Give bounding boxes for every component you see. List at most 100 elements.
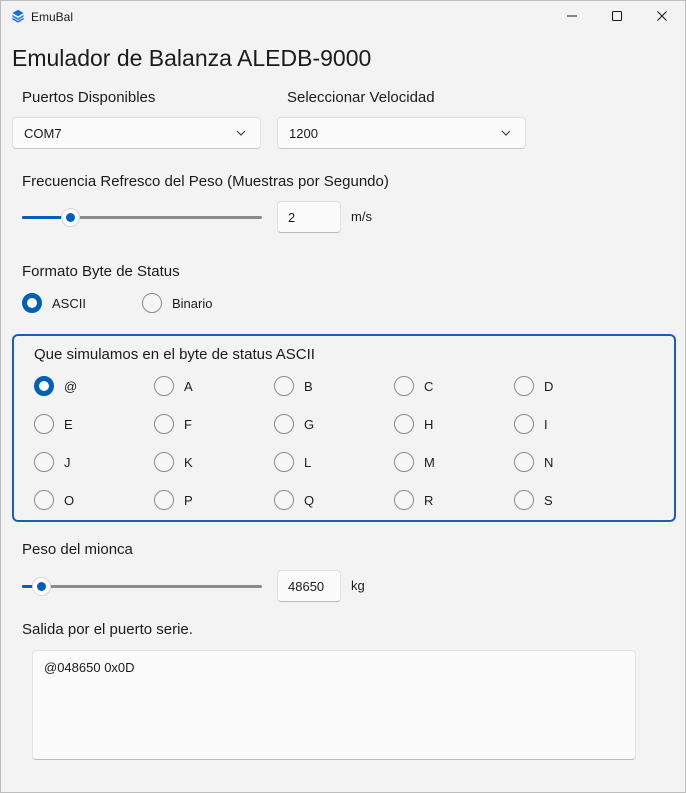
minimize-button[interactable] bbox=[549, 1, 595, 31]
radio-circle bbox=[154, 490, 174, 510]
radio-label: ASCII bbox=[52, 295, 86, 311]
chevron-down-icon bbox=[236, 130, 246, 136]
radio-label: Binario bbox=[172, 295, 213, 311]
radio-label: N bbox=[544, 454, 554, 470]
speed-combobox[interactable]: 1200 bbox=[277, 117, 526, 149]
radio-label: B bbox=[304, 378, 313, 394]
refresh-value: 2 bbox=[288, 210, 296, 225]
status-format-label: Formato Byte de Status bbox=[22, 263, 180, 280]
app-logo-icon bbox=[11, 9, 25, 23]
radio-circle bbox=[274, 490, 294, 510]
radio-label: S bbox=[544, 492, 553, 508]
ports-selected-value: COM7 bbox=[24, 126, 62, 141]
radio-circle bbox=[22, 293, 42, 313]
ascii-status-radio[interactable]: H bbox=[394, 414, 433, 434]
ascii-status-group: Que simulamos en el byte de status ASCII… bbox=[12, 334, 676, 522]
weight-slider[interactable] bbox=[22, 576, 262, 596]
radio-label: L bbox=[304, 454, 312, 470]
radio-circle bbox=[154, 452, 174, 472]
ascii-status-radio[interactable]: F bbox=[154, 414, 192, 434]
radio-label: G bbox=[304, 416, 315, 432]
radio-label: Q bbox=[304, 492, 315, 508]
ascii-status-radio[interactable]: M bbox=[394, 452, 435, 472]
ascii-status-radio[interactable]: I bbox=[514, 414, 548, 434]
radio-circle bbox=[154, 376, 174, 396]
radio-circle bbox=[394, 452, 414, 472]
ascii-status-radio[interactable]: E bbox=[34, 414, 73, 434]
radio-label: D bbox=[544, 378, 554, 394]
radio-label: A bbox=[184, 378, 193, 394]
radio-circle bbox=[274, 452, 294, 472]
weight-input[interactable]: 48650 bbox=[277, 570, 341, 602]
speed-selected-value: 1200 bbox=[289, 126, 318, 141]
radio-label: F bbox=[184, 416, 192, 432]
weight-label: Peso del mionca bbox=[22, 541, 133, 558]
radio-circle bbox=[514, 452, 534, 472]
radio-label: O bbox=[64, 492, 75, 508]
radio-circle bbox=[394, 490, 414, 510]
slider-track bbox=[22, 585, 262, 588]
refresh-slider[interactable] bbox=[22, 207, 262, 227]
refresh-input[interactable]: 2 bbox=[277, 201, 341, 233]
ascii-status-radio[interactable]: A bbox=[154, 376, 193, 396]
radio-circle bbox=[142, 293, 162, 313]
ascii-status-radio[interactable]: O bbox=[34, 490, 74, 510]
ascii-status-radio[interactable]: L bbox=[274, 452, 311, 472]
ascii-status-radio[interactable]: S bbox=[514, 490, 553, 510]
radio-circle bbox=[394, 414, 414, 434]
title-bar: EmuBal bbox=[1, 1, 685, 31]
radio-circle bbox=[34, 490, 54, 510]
refresh-unit: m/s bbox=[351, 209, 372, 224]
radio-circle bbox=[274, 414, 294, 434]
ascii-status-radio[interactable]: B bbox=[274, 376, 313, 396]
refresh-label: Frecuencia Refresco del Peso (Muestras p… bbox=[22, 173, 389, 190]
radio-label: E bbox=[64, 416, 73, 432]
radio-binario[interactable]: Binario bbox=[142, 293, 212, 313]
ascii-status-radio[interactable]: J bbox=[34, 452, 71, 472]
minimize-icon bbox=[567, 15, 577, 17]
chevron-down-icon bbox=[501, 130, 511, 136]
ascii-status-title: Que simulamos en el byte de status ASCII bbox=[34, 346, 315, 363]
ascii-status-radio[interactable]: P bbox=[154, 490, 193, 510]
maximize-icon bbox=[611, 10, 623, 22]
radio-label: R bbox=[424, 492, 434, 508]
radio-circle bbox=[34, 376, 54, 396]
ascii-status-radio[interactable]: G bbox=[274, 414, 314, 434]
slider-thumb[interactable] bbox=[60, 208, 80, 227]
weight-value: 48650 bbox=[288, 579, 325, 594]
radio-circle bbox=[394, 376, 414, 396]
radio-circle bbox=[514, 414, 534, 434]
app-window: EmuBal Emulador de Balanza ALEDB-9000 Pu… bbox=[0, 0, 686, 793]
radio-circle bbox=[274, 376, 294, 396]
ascii-status-radio[interactable]: C bbox=[394, 376, 433, 396]
radio-circle bbox=[514, 376, 534, 396]
ascii-status-radio[interactable]: @ bbox=[34, 376, 77, 396]
ascii-status-radio[interactable]: K bbox=[154, 452, 193, 472]
close-button[interactable] bbox=[639, 1, 685, 31]
window-title: EmuBal bbox=[31, 10, 74, 24]
radio-label: @ bbox=[64, 378, 78, 394]
speed-label: Seleccionar Velocidad bbox=[287, 89, 435, 106]
radio-circle bbox=[514, 490, 534, 510]
radio-label: I bbox=[544, 416, 548, 432]
radio-ascii[interactable]: ASCII bbox=[22, 293, 86, 313]
radio-label: P bbox=[184, 492, 193, 508]
slider-thumb[interactable] bbox=[31, 577, 51, 596]
ascii-status-radio[interactable]: N bbox=[514, 452, 553, 472]
ports-combobox[interactable]: COM7 bbox=[12, 117, 261, 149]
serial-output-text: @048650 0x0D bbox=[44, 660, 135, 675]
ports-label: Puertos Disponibles bbox=[22, 89, 156, 106]
radio-label: M bbox=[424, 454, 435, 470]
page-title: Emulador de Balanza ALEDB-9000 bbox=[12, 45, 372, 71]
ascii-status-radio[interactable]: D bbox=[514, 376, 553, 396]
ascii-status-radio[interactable]: Q bbox=[274, 490, 314, 510]
radio-label: K bbox=[184, 454, 193, 470]
radio-label: C bbox=[424, 378, 434, 394]
maximize-button[interactable] bbox=[594, 1, 640, 31]
weight-unit: kg bbox=[351, 578, 365, 593]
ascii-status-radio[interactable]: R bbox=[394, 490, 433, 510]
radio-circle bbox=[34, 414, 54, 434]
serial-output-textbox[interactable]: @048650 0x0D bbox=[32, 650, 636, 760]
radio-label: H bbox=[424, 416, 434, 432]
close-icon bbox=[657, 11, 667, 21]
